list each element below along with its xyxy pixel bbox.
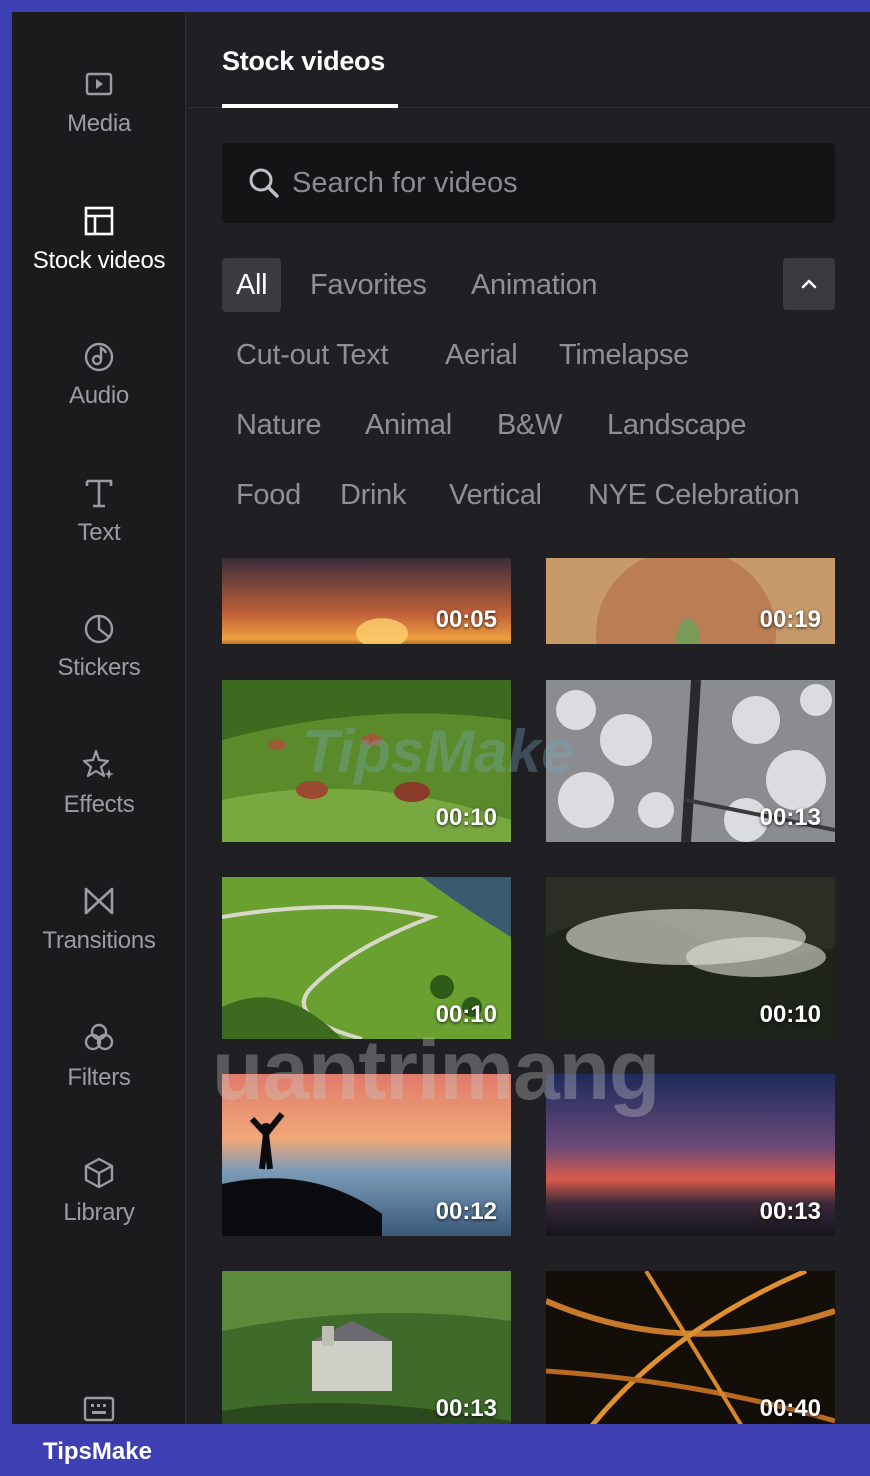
music-note-icon (79, 336, 119, 376)
sparkle-icon (79, 745, 119, 785)
category-chip-vertical[interactable]: Vertical (435, 468, 556, 522)
category-chip-cut-out-text[interactable]: Cut-out Text (222, 328, 402, 382)
editor-app: Media Stock videos Audio Text Stickers E… (12, 12, 870, 1424)
sidebar-item-media[interactable]: Media (12, 64, 186, 174)
video-duration: 00:12 (435, 1198, 497, 1225)
collapse-categories-button[interactable] (783, 258, 835, 310)
keyboard-icon (79, 1392, 119, 1424)
category-chip-bw[interactable]: B&W (483, 398, 576, 452)
sticker-icon (79, 608, 119, 648)
category-chip-drink[interactable]: Drink (326, 468, 420, 522)
sidebar-item-label: Library (63, 1199, 135, 1226)
text-T-icon (79, 473, 119, 513)
panel-tabbar: Stock videos (187, 12, 870, 108)
video-duration: 00:13 (759, 804, 821, 831)
category-chip-favorites[interactable]: Favorites (296, 258, 441, 312)
category-chip-timelapse[interactable]: Timelapse (545, 328, 703, 382)
video-thumbnail[interactable]: 00:13 (546, 680, 835, 842)
video-thumbnail[interactable]: 00:10 (222, 680, 511, 842)
video-thumbnail[interactable]: 00:13 (222, 1271, 511, 1424)
category-chip-animal[interactable]: Animal (351, 398, 466, 452)
category-chip-nye-celebration[interactable]: NYE Celebration (574, 468, 814, 522)
sidebar-item-filters[interactable]: Filters (12, 1018, 186, 1128)
category-chip-food[interactable]: Food (222, 468, 315, 522)
sidebar-item-label: Stickers (57, 654, 141, 681)
category-chip-aerial[interactable]: Aerial (431, 328, 531, 382)
video-duration: 00:19 (759, 606, 821, 633)
sidebar-item-audio[interactable]: Audio (12, 336, 186, 446)
sidebar-item-label: Effects (63, 791, 135, 818)
video-duration: 00:10 (435, 1001, 497, 1028)
sidebar-item-label: Audio (69, 382, 129, 409)
video-thumbnail[interactable]: 00:10 (222, 877, 511, 1039)
cube-icon (79, 1153, 119, 1193)
video-grid: 00:05 00:19 00:10 00:13 00:10 00:10 00:1… (222, 558, 835, 1424)
video-thumbnail[interactable]: 00:40 (546, 1271, 835, 1424)
video-thumbnail[interactable]: 00:13 (546, 1074, 835, 1236)
sidebar-item-effects[interactable]: Effects (12, 745, 186, 855)
bowtie-icon (79, 881, 119, 921)
footer-brand: TipsMake (43, 1438, 152, 1465)
video-duration: 00:13 (435, 1395, 497, 1422)
sidebar-item-label: Media (67, 110, 131, 137)
category-chip-nature[interactable]: Nature (222, 398, 335, 452)
sidebar-item-text[interactable]: Text (12, 473, 186, 583)
category-chip-all[interactable]: All (222, 258, 282, 312)
category-chip-animation[interactable]: Animation (457, 258, 611, 312)
sidebar-item-label: Transitions (42, 927, 156, 954)
video-duration: 00:05 (435, 606, 497, 633)
sidebar-item-library[interactable]: Library (12, 1153, 186, 1263)
video-thumbnail[interactable]: 00:12 (222, 1074, 511, 1236)
sidebar-item-stock-videos[interactable]: Stock videos (12, 201, 186, 311)
sidebar-item-keyboard[interactable] (12, 1392, 186, 1422)
tab-stock-videos[interactable]: Stock videos (222, 46, 385, 77)
video-thumbnail[interactable]: 00:19 (546, 558, 835, 644)
search-icon (249, 168, 279, 198)
stock-videos-panel: Stock videos All Favorites Animation Cut… (187, 12, 870, 1424)
video-duration: 00:40 (759, 1395, 821, 1422)
layout-icon (79, 201, 119, 241)
sidebar: Media Stock videos Audio Text Stickers E… (12, 12, 186, 1424)
sidebar-item-stickers[interactable]: Stickers (12, 608, 186, 718)
video-duration: 00:10 (759, 1001, 821, 1028)
filter-circles-icon (79, 1018, 119, 1058)
category-chip-landscape[interactable]: Landscape (593, 398, 760, 452)
sidebar-item-label: Filters (67, 1064, 131, 1091)
video-thumbnail[interactable]: 00:10 (546, 877, 835, 1039)
sidebar-item-label: Text (77, 519, 121, 546)
video-duration: 00:10 (435, 804, 497, 831)
search-input[interactable] (292, 166, 812, 200)
video-thumbnail[interactable]: 00:05 (222, 558, 511, 644)
chevron-up-icon (801, 279, 817, 289)
video-duration: 00:13 (759, 1198, 821, 1225)
footer-bar: TipsMake (12, 1424, 870, 1476)
sidebar-item-label: Stock videos (32, 247, 166, 274)
search-box[interactable] (222, 143, 835, 223)
tab-active-indicator (222, 104, 398, 108)
sidebar-item-transitions[interactable]: Transitions (12, 881, 186, 991)
media-play-icon (79, 64, 119, 104)
